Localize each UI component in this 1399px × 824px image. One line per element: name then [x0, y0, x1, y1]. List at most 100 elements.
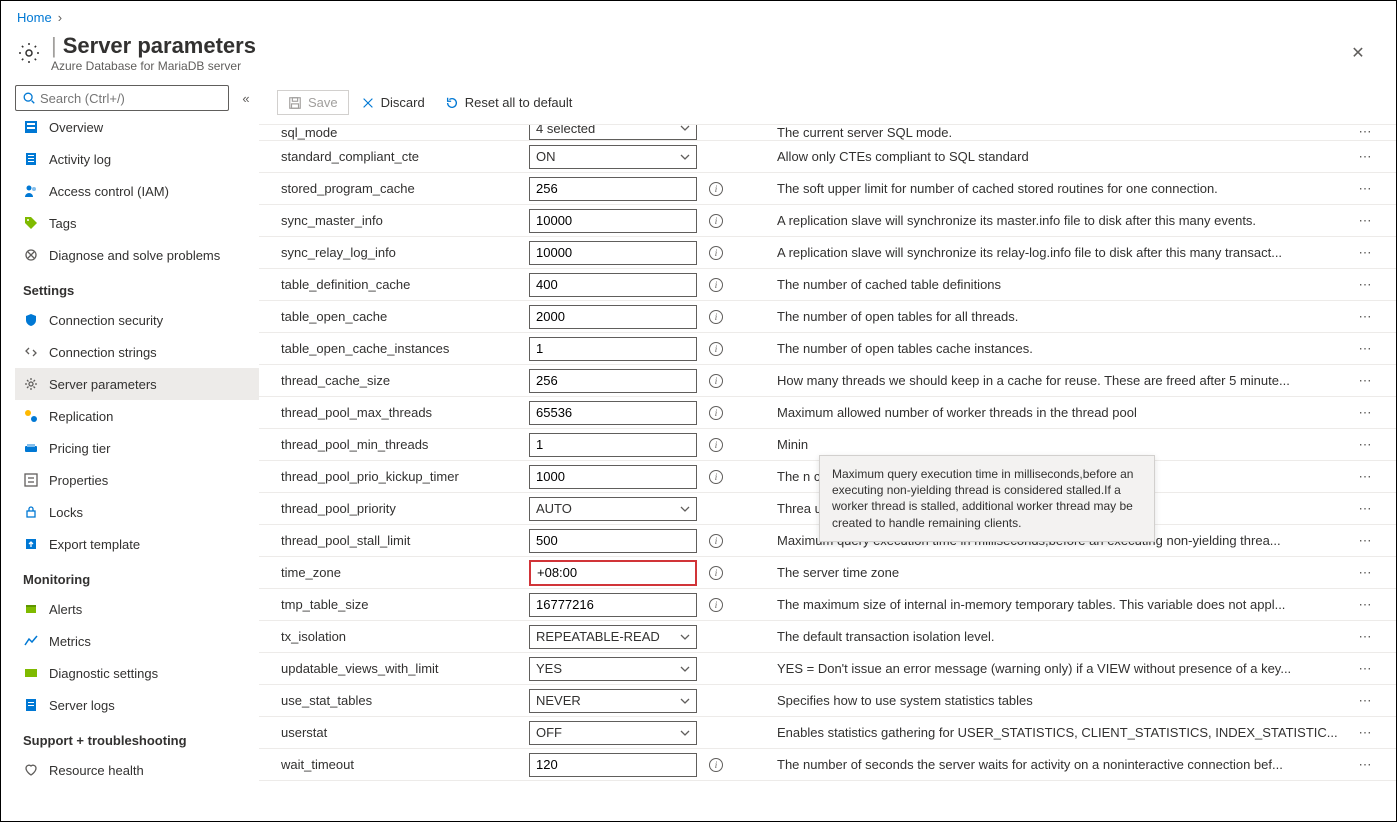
sidebar-item-overview[interactable]: Overview	[15, 111, 259, 143]
breadcrumb-home[interactable]: Home	[17, 10, 52, 25]
info-icon[interactable]: i	[709, 566, 723, 580]
info-icon[interactable]: i	[709, 342, 723, 356]
param-name: wait_timeout	[277, 757, 529, 772]
param-value-input[interactable]	[529, 337, 697, 361]
param-value-input[interactable]	[529, 753, 697, 777]
param-value-input[interactable]	[529, 401, 697, 425]
search-field[interactable]	[40, 91, 222, 106]
param-value-input[interactable]	[529, 305, 697, 329]
param-value-select[interactable]: AUTO	[529, 497, 697, 521]
reset-button[interactable]: Reset all to default	[437, 91, 581, 114]
nav-icon	[23, 408, 39, 424]
param-description: The number of open tables for all thread…	[777, 309, 1352, 324]
discard-button[interactable]: Discard	[353, 91, 433, 114]
sidebar-item-metrics[interactable]: Metrics	[15, 625, 259, 657]
nav-icon	[23, 665, 39, 681]
row-actions-button[interactable]: ⋯	[1352, 597, 1378, 613]
param-value-input[interactable]	[529, 433, 697, 457]
row-actions-button[interactable]: ⋯	[1352, 565, 1378, 581]
sidebar-item-pricing-tier[interactable]: Pricing tier	[15, 432, 259, 464]
sidebar-item-resource-health[interactable]: Resource health	[15, 754, 259, 786]
param-value-select[interactable]: NEVER	[529, 689, 697, 713]
save-button[interactable]: Save	[277, 90, 349, 115]
param-value-select[interactable]: 4 selected	[529, 125, 697, 140]
sidebar-item-diagnostic-settings[interactable]: Diagnostic settings	[15, 657, 259, 689]
info-icon[interactable]: i	[709, 758, 723, 772]
info-icon[interactable]: i	[709, 246, 723, 260]
param-row: sql_mode4 selectedThe current server SQL…	[259, 125, 1396, 141]
gear-icon	[17, 41, 41, 65]
row-actions-button[interactable]: ⋯	[1352, 437, 1378, 453]
sidebar-item-connection-strings[interactable]: Connection strings	[15, 336, 259, 368]
param-value-input[interactable]	[529, 177, 697, 201]
param-value-select[interactable]: REPEATABLE-READ	[529, 625, 697, 649]
param-description: The soft upper limit for number of cache…	[777, 181, 1352, 196]
param-value-input[interactable]	[529, 465, 697, 489]
info-icon[interactable]: i	[709, 406, 723, 420]
param-name: updatable_views_with_limit	[277, 661, 529, 676]
info-icon[interactable]: i	[709, 278, 723, 292]
param-value-input[interactable]	[529, 241, 697, 265]
row-actions-button[interactable]: ⋯	[1352, 277, 1378, 293]
sidebar-item-locks[interactable]: Locks	[15, 496, 259, 528]
row-actions-button[interactable]: ⋯	[1352, 181, 1378, 197]
sidebar-item-server-logs[interactable]: Server logs	[15, 689, 259, 721]
search-input[interactable]	[15, 85, 229, 111]
sidebar-item-connection-security[interactable]: Connection security	[15, 304, 259, 336]
info-icon[interactable]: i	[709, 470, 723, 484]
info-icon[interactable]: i	[709, 182, 723, 196]
param-description: Minin	[777, 437, 1352, 452]
info-icon[interactable]: i	[709, 438, 723, 452]
row-actions-button[interactable]: ⋯	[1352, 373, 1378, 389]
param-value-text: NEVER	[536, 693, 581, 708]
param-value-input[interactable]	[529, 593, 697, 617]
row-actions-button[interactable]: ⋯	[1352, 405, 1378, 421]
param-value-select[interactable]: OFF	[529, 721, 697, 745]
info-icon[interactable]: i	[709, 374, 723, 388]
row-actions-button[interactable]: ⋯	[1352, 341, 1378, 357]
sidebar-item-alerts[interactable]: Alerts	[15, 593, 259, 625]
row-actions-button[interactable]: ⋯	[1352, 125, 1378, 140]
sidebar-item-label: Overview	[49, 120, 103, 135]
sidebar-item-properties[interactable]: Properties	[15, 464, 259, 496]
nav-icon	[23, 633, 39, 649]
row-actions-button[interactable]: ⋯	[1352, 245, 1378, 261]
row-actions-button[interactable]: ⋯	[1352, 213, 1378, 229]
close-button[interactable]: ✕	[1344, 39, 1372, 67]
param-value-input[interactable]	[529, 560, 697, 586]
info-icon[interactable]: i	[709, 598, 723, 612]
param-description: YES = Don't issue an error message (warn…	[777, 661, 1352, 676]
sidebar-item-diagnose-and-solve-problems[interactable]: Diagnose and solve problems	[15, 239, 259, 271]
row-actions-button[interactable]: ⋯	[1352, 533, 1378, 549]
param-value-input[interactable]	[529, 529, 697, 553]
param-value-input[interactable]	[529, 273, 697, 297]
sidebar-item-tags[interactable]: Tags	[15, 207, 259, 239]
param-value-select[interactable]: YES	[529, 657, 697, 681]
row-actions-button[interactable]: ⋯	[1352, 725, 1378, 741]
chevron-down-icon	[680, 152, 690, 162]
sidebar-item-activity-log[interactable]: Activity log	[15, 143, 259, 175]
row-actions-button[interactable]: ⋯	[1352, 501, 1378, 517]
param-value-input[interactable]	[529, 369, 697, 393]
row-actions-button[interactable]: ⋯	[1352, 629, 1378, 645]
sidebar-item-export-template[interactable]: Export template	[15, 528, 259, 560]
info-icon[interactable]: i	[709, 214, 723, 228]
info-icon[interactable]: i	[709, 534, 723, 548]
sidebar-item-server-parameters[interactable]: Server parameters	[15, 368, 259, 400]
sidebar-item-label: Replication	[49, 409, 113, 424]
row-actions-button[interactable]: ⋯	[1352, 149, 1378, 165]
chevron-right-icon: ›	[58, 10, 62, 25]
row-actions-button[interactable]: ⋯	[1352, 693, 1378, 709]
row-actions-button[interactable]: ⋯	[1352, 661, 1378, 677]
param-row: table_open_cache_instancesiThe number of…	[259, 333, 1396, 365]
row-actions-button[interactable]: ⋯	[1352, 469, 1378, 485]
param-value-input[interactable]	[529, 209, 697, 233]
row-actions-button[interactable]: ⋯	[1352, 757, 1378, 773]
sidebar-item-replication[interactable]: Replication	[15, 400, 259, 432]
param-value-select[interactable]: ON	[529, 145, 697, 169]
param-row: userstatOFFEnables statistics gathering …	[259, 717, 1396, 749]
sidebar-item-access-control-iam-[interactable]: Access control (IAM)	[15, 175, 259, 207]
info-icon[interactable]: i	[709, 310, 723, 324]
collapse-sidebar-button[interactable]: «	[237, 91, 255, 106]
row-actions-button[interactable]: ⋯	[1352, 309, 1378, 325]
